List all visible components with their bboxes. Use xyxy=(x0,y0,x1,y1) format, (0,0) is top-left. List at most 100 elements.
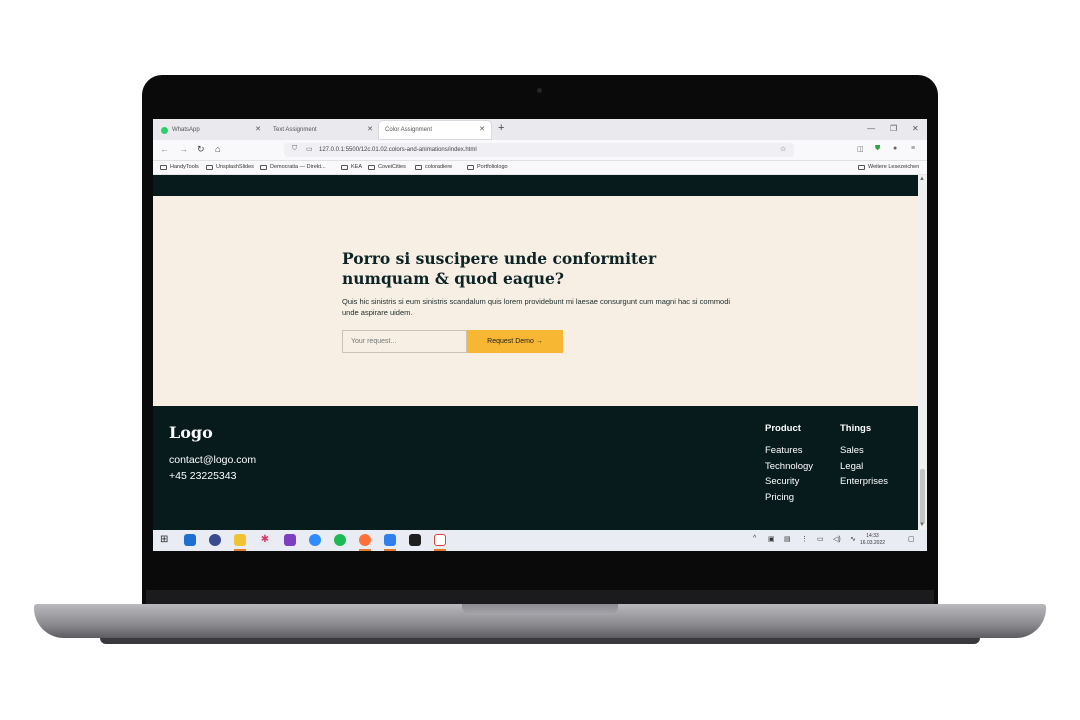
footer: Logo contact@logo.com +45 23225343 Produ… xyxy=(153,406,918,530)
footer-column-things: Things Sales Legal Enterprises xyxy=(840,423,888,490)
footer-column-product: Product Features Technology Security Pri… xyxy=(765,423,813,505)
screen: WhatsApp ✕ Text Assignment ✕ Color Assig… xyxy=(153,119,927,551)
top-band xyxy=(153,175,918,196)
footer-link[interactable]: Pricing xyxy=(765,490,813,506)
tray-app-icon[interactable]: ▣ xyxy=(768,535,775,543)
figma-icon[interactable] xyxy=(409,534,421,546)
cta-text: Quis hic sinistris si eum sinistris scan… xyxy=(342,297,731,317)
notifications-icon[interactable]: ▢ xyxy=(908,535,915,543)
footer-link[interactable]: Technology xyxy=(765,459,813,475)
pocket-icon[interactable]: ◫ xyxy=(857,145,864,153)
tray-app-icon[interactable]: ▤ xyxy=(784,535,791,543)
footer-link[interactable]: Enterprises xyxy=(840,474,888,490)
request-input-placeholder: Your request... xyxy=(351,338,397,345)
tab-label: Color Assignment xyxy=(385,127,433,133)
footer-logo[interactable]: Logo xyxy=(169,423,213,442)
outlook-icon[interactable] xyxy=(184,534,196,546)
folder-icon xyxy=(368,164,375,170)
reload-icon[interactable]: ↻ xyxy=(197,144,205,155)
active-indicator xyxy=(434,549,446,551)
file-explorer-icon[interactable] xyxy=(234,534,246,546)
url-bar[interactable]: 127.0.0.1:5500/12c.01.02.colors-and-anim… xyxy=(284,143,794,157)
close-tab-icon[interactable]: ✕ xyxy=(255,125,261,133)
system-clock[interactable]: 14:33 16.03.2022 xyxy=(860,533,885,547)
request-demo-button[interactable]: Request Demo → xyxy=(467,330,563,353)
bookmark-item[interactable]: KEA xyxy=(341,164,362,170)
footer-link[interactable]: Security xyxy=(765,474,813,490)
extension-icon[interactable]: ● xyxy=(893,145,897,152)
page-content: Porro si suscipere unde conformiter numq… xyxy=(153,175,918,530)
footer-link[interactable]: Sales xyxy=(840,443,888,459)
new-tab-icon[interactable]: + xyxy=(498,122,504,134)
url-text: 127.0.0.1:5500/12c.01.02.colors-and-anim… xyxy=(319,147,477,153)
close-tab-icon[interactable]: ✕ xyxy=(367,125,373,133)
bookmark-item[interactable]: CoveiCities xyxy=(368,164,406,170)
scroll-down-icon[interactable]: ▼ xyxy=(919,522,925,528)
forward-icon[interactable]: → xyxy=(179,144,188,154)
footer-column-heading: Things xyxy=(840,423,872,434)
tab-bar: WhatsApp ✕ Text Assignment ✕ Color Assig… xyxy=(153,119,927,140)
taskbar: ⊞ ✱ ^ ▣ ▤ ⋮ ▭ ◁) ∿ 14:33 16.03.2022 ▢ xyxy=(153,530,927,551)
footer-email[interactable]: contact@logo.com xyxy=(169,453,256,469)
folder-icon xyxy=(341,164,348,170)
folder-icon xyxy=(206,164,213,170)
tab-label: Text Assignment xyxy=(273,127,317,133)
tab-color-assignment[interactable]: Color Assignment ✕ xyxy=(379,121,491,139)
other-bookmarks[interactable]: Weitere Lesezeichen xyxy=(858,164,919,170)
maximize-icon[interactable]: ❐ xyxy=(890,124,897,133)
app-icon[interactable] xyxy=(209,534,221,546)
folder-icon xyxy=(260,164,267,170)
bookmark-item[interactable]: Democratia — Direkt... xyxy=(260,164,326,170)
clock-time: 14:33 xyxy=(866,533,879,539)
tab-label: WhatsApp xyxy=(172,127,200,133)
folder-icon xyxy=(858,164,865,170)
menu-icon[interactable]: ≡ xyxy=(911,145,915,152)
tab-text-assignment[interactable]: Text Assignment ✕ xyxy=(267,121,379,139)
scroll-up-icon[interactable]: ▲ xyxy=(919,176,925,182)
windows-start-icon[interactable]: ⊞ xyxy=(160,534,168,545)
paint-icon[interactable] xyxy=(434,534,446,546)
network-icon[interactable]: ⋮ xyxy=(801,535,808,543)
whatsapp-icon xyxy=(161,126,168,134)
cta-section: Porro si suscipere unde conformiter numq… xyxy=(153,196,918,406)
active-indicator xyxy=(384,549,396,551)
shield-icon[interactable]: ⛉ xyxy=(292,145,297,153)
close-window-icon[interactable]: ✕ xyxy=(912,124,919,133)
slack-icon[interactable]: ✱ xyxy=(259,534,271,546)
firefox-icon[interactable] xyxy=(359,534,371,546)
active-indicator xyxy=(359,549,371,551)
adblock-icon[interactable]: ⛊ xyxy=(875,145,880,153)
onenote-icon[interactable] xyxy=(284,534,296,546)
tab-whatsapp[interactable]: WhatsApp ✕ xyxy=(155,121,267,139)
minimize-icon[interactable]: — xyxy=(867,124,875,133)
footer-link[interactable]: Features xyxy=(765,443,813,459)
vscode-icon[interactable] xyxy=(384,534,396,546)
bookmark-item[interactable]: HandyTools xyxy=(160,164,199,170)
spotify-icon[interactable] xyxy=(334,534,346,546)
clock-date: 16.03.2022 xyxy=(860,540,886,546)
bookmark-item[interactable]: UnsplashSlides xyxy=(206,164,254,170)
bookmarks-bar: HandyTools UnsplashSlides Democratia — D… xyxy=(153,161,927,175)
back-icon[interactable]: ← xyxy=(160,144,169,154)
battery-icon[interactable]: ▭ xyxy=(817,535,824,543)
tray-chevron-icon[interactable]: ^ xyxy=(753,535,756,542)
zoom-icon[interactable] xyxy=(309,534,321,546)
footer-column-heading: Product xyxy=(765,423,801,434)
home-icon[interactable]: ⌂ xyxy=(215,144,220,154)
scrollbar-thumb[interactable] xyxy=(920,469,925,524)
request-input[interactable]: Your request... xyxy=(342,330,467,353)
wifi-icon[interactable]: ∿ xyxy=(850,535,856,543)
volume-icon[interactable]: ◁) xyxy=(833,535,841,543)
laptop-notch xyxy=(462,604,618,615)
footer-phone[interactable]: +45 23225343 xyxy=(169,469,256,485)
bookmark-star-icon[interactable]: ☆ xyxy=(780,145,786,153)
bookmark-item[interactable]: Portfoliologo xyxy=(467,164,508,170)
footer-contact: contact@logo.com +45 23225343 xyxy=(169,453,256,484)
cta-heading: Porro si suscipere unde conformiter numq… xyxy=(342,249,657,288)
bookmark-item[interactable]: coloradiere xyxy=(415,164,452,170)
camera xyxy=(537,88,542,93)
laptop-feet xyxy=(100,638,980,644)
close-tab-icon[interactable]: ✕ xyxy=(479,125,485,133)
active-indicator xyxy=(234,549,246,551)
footer-link[interactable]: Legal xyxy=(840,459,888,475)
